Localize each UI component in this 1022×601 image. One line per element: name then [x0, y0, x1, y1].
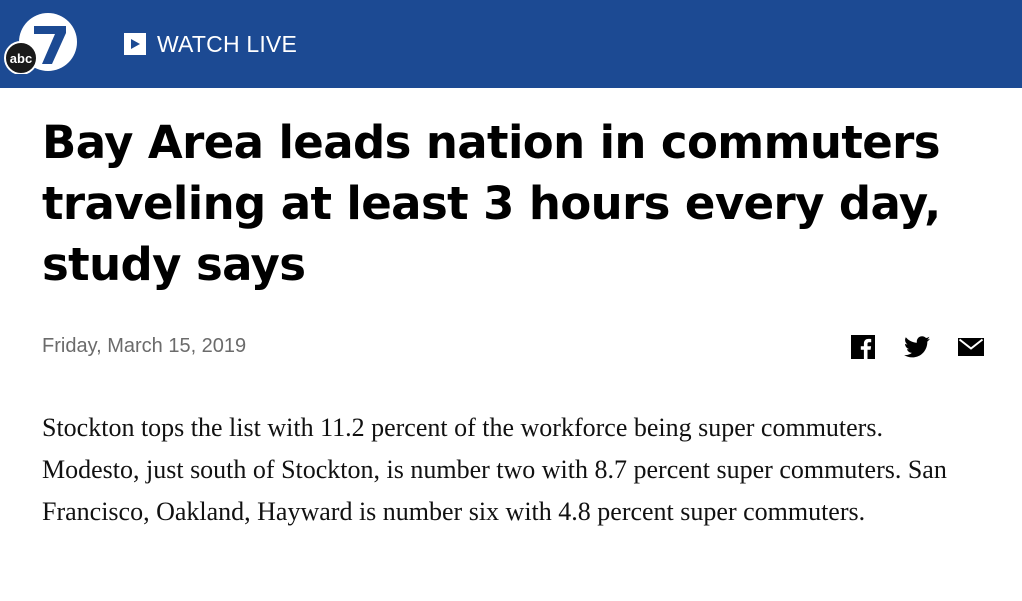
article-date: Friday, March 15, 2019 [42, 335, 247, 357]
play-icon [124, 33, 146, 55]
watch-live-button[interactable]: WATCH LIVE [124, 30, 297, 58]
site-header: abc WATCH LIVE [0, 0, 1022, 88]
email-share-icon[interactable] [957, 334, 985, 360]
article-headline: Bay Area leads nation in commuters trave… [42, 116, 941, 291]
article-body-paragraph: Stockton tops the list with 11.2 percent… [42, 413, 947, 526]
twitter-share-icon[interactable] [903, 334, 931, 360]
facebook-share-icon[interactable] [850, 334, 876, 360]
svg-text:abc: abc [10, 51, 32, 66]
abc7-logo[interactable]: abc [4, 12, 78, 75]
watch-live-label: WATCH LIVE [157, 30, 298, 57]
